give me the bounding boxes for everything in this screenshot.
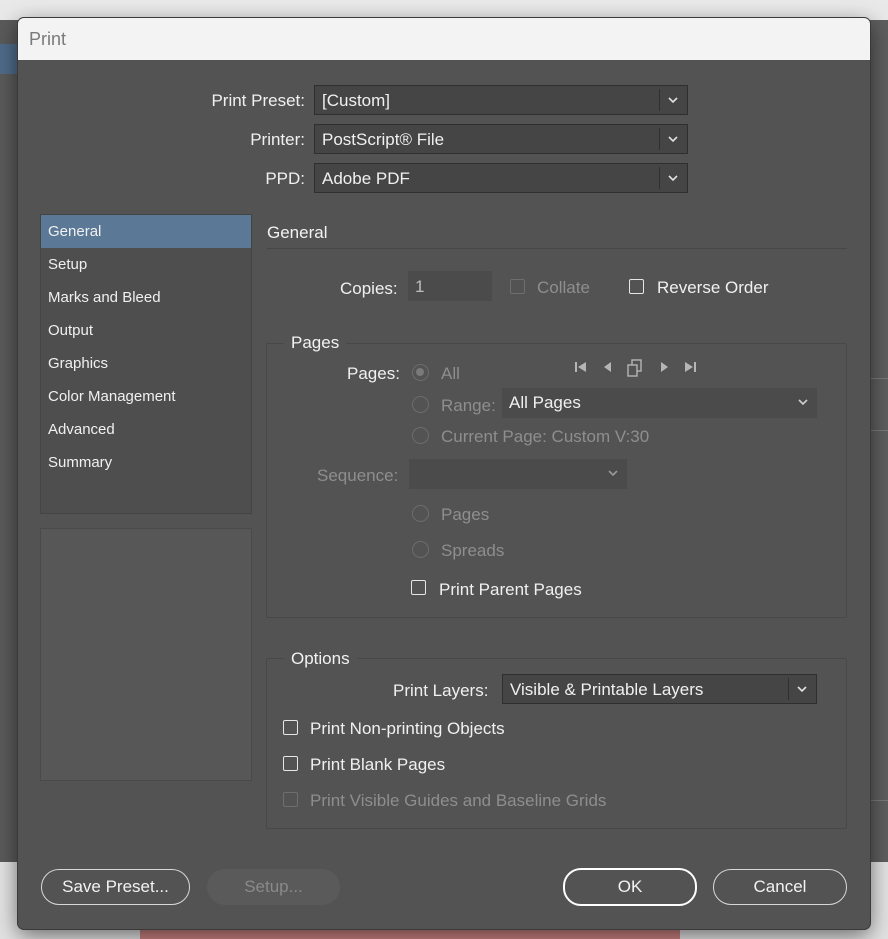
copies-input[interactable]: 1	[408, 271, 492, 301]
print-visible-guides-label: Print Visible Guides and Baseline Grids	[310, 791, 607, 810]
sequence-label: Sequence:	[317, 466, 399, 485]
print-parent-pages-label: Print Parent Pages	[439, 580, 582, 599]
print-non-printing-objects-label: Print Non-printing Objects	[310, 719, 505, 738]
nav-item-output[interactable]: Output	[41, 314, 251, 347]
chevron-down-icon	[668, 97, 678, 104]
general-heading: General	[267, 223, 328, 242]
category-list: General Setup Marks and Bleed Output Gra…	[40, 214, 252, 514]
print-non-printing-objects-checkbox[interactable]	[283, 720, 298, 735]
range-dropdown[interactable]: All Pages	[502, 388, 817, 418]
background-divider	[870, 430, 888, 431]
print-preview-pane	[40, 528, 252, 781]
chevron-down-icon	[797, 686, 807, 693]
save-preset-button[interactable]: Save Preset...	[41, 869, 190, 905]
options-heading: Options	[284, 649, 357, 669]
ppd-dropdown[interactable]: Adobe PDF	[314, 163, 688, 193]
last-page-icon[interactable]	[682, 359, 698, 375]
nav-item-label: Graphics	[48, 355, 109, 372]
dropdown-separator	[659, 128, 660, 150]
background-divider	[870, 378, 888, 379]
current-page-radio[interactable]	[412, 427, 429, 444]
cancel-button[interactable]: Cancel	[713, 869, 847, 905]
printer-label: Printer:	[250, 130, 305, 149]
print-blank-pages-label: Print Blank Pages	[310, 755, 446, 774]
nav-item-label: Setup	[48, 256, 88, 273]
pages-option-radio[interactable]	[412, 505, 429, 522]
nav-item-graphics[interactable]: Graphics	[41, 347, 251, 380]
setup-button[interactable]: Setup...	[207, 869, 340, 905]
nav-item-label: Color Management	[48, 388, 176, 405]
nav-item-advanced[interactable]: Advanced	[41, 413, 251, 446]
chevron-down-icon	[668, 136, 678, 143]
background-divider	[870, 800, 888, 801]
dialog-title: Print	[29, 29, 67, 49]
printer-value: PostScript® File	[322, 130, 445, 149]
nav-item-label: Summary	[48, 454, 113, 471]
reverse-order-label: Reverse Order	[657, 278, 769, 297]
print-preset-label: Print Preset:	[211, 91, 305, 110]
print-layers-value: Visible & Printable Layers	[510, 680, 704, 699]
first-page-icon[interactable]	[573, 359, 589, 375]
nav-item-setup[interactable]: Setup	[41, 248, 251, 281]
chevron-down-icon	[798, 399, 808, 406]
nav-item-summary[interactable]: Summary	[41, 446, 251, 479]
printer-dropdown[interactable]: PostScript® File	[314, 124, 688, 154]
background-app-left-panel	[0, 20, 18, 865]
nav-item-marks-and-bleed[interactable]: Marks and Bleed	[41, 281, 251, 314]
chevron-down-icon	[608, 470, 618, 477]
dropdown-separator	[659, 89, 660, 111]
print-layers-dropdown[interactable]: Visible & Printable Layers	[502, 674, 817, 704]
ppd-label: PPD:	[265, 169, 305, 188]
dialog-titlebar[interactable]: Print	[18, 18, 870, 60]
print-parent-pages-checkbox[interactable]	[411, 580, 426, 595]
print-preset-value: [Custom]	[322, 91, 391, 110]
pages-label: Pages:	[347, 364, 400, 383]
nav-item-color-management[interactable]: Color Management	[41, 380, 251, 413]
chevron-down-icon	[668, 175, 678, 182]
collate-label: Collate	[537, 278, 590, 297]
previous-page-icon[interactable]	[600, 359, 616, 375]
all-pages-radio[interactable]	[412, 364, 429, 381]
reverse-order-checkbox[interactable]	[629, 279, 644, 294]
next-page-icon[interactable]	[656, 359, 672, 375]
pages-heading: Pages	[284, 333, 347, 353]
sequence-dropdown[interactable]	[409, 459, 627, 489]
heading-divider	[267, 248, 847, 249]
pages-option-label: Pages	[441, 505, 490, 524]
nav-item-label: Advanced	[48, 421, 115, 438]
nav-item-label: Output	[48, 322, 94, 339]
collate-checkbox[interactable]	[510, 279, 525, 294]
print-preset-dropdown[interactable]: [Custom]	[314, 85, 688, 115]
nav-item-label: Marks and Bleed	[48, 289, 161, 306]
dropdown-separator	[659, 167, 660, 189]
dropdown-separator	[788, 678, 789, 700]
range-radio[interactable]	[412, 396, 429, 413]
background-app-right-panel	[870, 20, 888, 865]
range-label: Range:	[441, 396, 496, 415]
range-value: All Pages	[509, 393, 581, 412]
spreads-option-radio[interactable]	[412, 541, 429, 558]
copies-label: Copies:	[340, 279, 398, 298]
background-app-selection	[0, 44, 18, 74]
nav-item-general[interactable]: General	[41, 215, 251, 248]
spreads-option-label: Spreads	[441, 541, 505, 560]
background-app-top	[0, 0, 888, 20]
print-visible-guides-checkbox[interactable]	[283, 792, 298, 807]
print-layers-label: Print Layers:	[393, 681, 489, 700]
pages-spread-icon	[627, 359, 642, 377]
copies-value: 1	[415, 277, 425, 296]
ppd-value: Adobe PDF	[322, 169, 410, 188]
all-pages-label: All	[441, 364, 460, 383]
print-blank-pages-checkbox[interactable]	[283, 756, 298, 771]
ok-button[interactable]: OK	[563, 868, 697, 906]
current-page-label: Current Page: Custom V:30	[441, 427, 650, 446]
nav-item-label: General	[48, 223, 102, 240]
print-dialog: Print Print Preset: [Custom] Printer: Po…	[18, 18, 870, 929]
